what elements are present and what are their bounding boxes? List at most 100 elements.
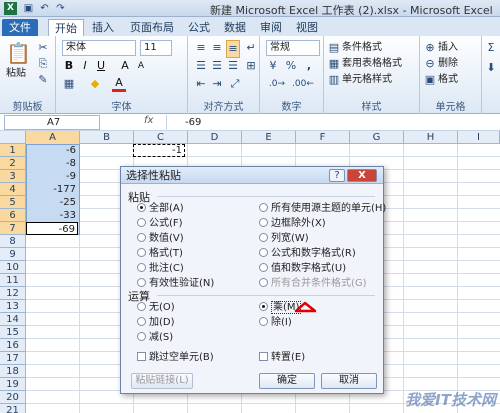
row-header[interactable]: 1 [0,144,26,157]
percent-button[interactable]: % [284,58,298,74]
row-header[interactable]: 13 [0,300,26,313]
column-header-d[interactable]: D [188,131,242,144]
align-center-icon[interactable]: ☰ [210,58,224,74]
number-format-select[interactable]: 常规 [266,40,320,56]
row-header[interactable]: 20 [0,391,26,404]
row-header[interactable]: 21 [0,404,26,413]
column-header-c[interactable]: C [134,131,188,144]
row-header[interactable]: 17 [0,352,26,365]
tab-view[interactable]: 视图 [292,19,322,36]
fill-icon[interactable]: ⬇ [484,60,498,76]
copy-icon[interactable]: ⎘ [36,56,50,72]
radio-paste-except-borders[interactable]: 边框除外(X) [259,218,326,230]
sum-icon[interactable]: Σ [484,40,498,56]
paste-button[interactable]: 粘贴 [6,66,26,82]
column-header-f[interactable]: F [296,131,350,144]
row-header[interactable]: 3 [0,170,26,183]
format-as-table-button[interactable]: 套用表格格式 [342,56,402,72]
tab-data[interactable]: 数据 [220,19,250,36]
radio-paste-formulas[interactable]: 公式(F) [137,218,183,230]
increase-decimal-icon[interactable]: .0→ [266,76,288,92]
radio-paste-comments[interactable]: 批注(C) [137,263,184,275]
radio-op-none[interactable]: 无(O) [137,302,175,314]
format-painter-icon[interactable]: ✎ [36,72,50,88]
currency-icon[interactable]: ¥ [266,58,280,74]
cell-a3[interactable]: -9 [26,170,78,183]
tab-insert[interactable]: 插入 [88,19,118,36]
checkbox-transpose[interactable]: 转置(E) [259,352,305,364]
font-name-select[interactable]: 宋体 [62,40,136,56]
cell-a7[interactable]: -69 [26,222,78,235]
row-header[interactable]: 6 [0,209,26,222]
fx-icon[interactable]: fx [144,115,153,126]
align-middle-icon[interactable]: ≡ [210,40,224,56]
cell-styles-button[interactable]: 单元格样式 [342,72,392,88]
cut-icon[interactable]: ✂ [36,40,50,56]
row-header[interactable]: 7 [0,222,26,235]
row-header[interactable]: 10 [0,261,26,274]
align-right-icon[interactable]: ☰ [226,58,240,74]
align-left-icon[interactable]: ☰ [194,58,208,74]
cell-a2[interactable]: -8 [26,157,78,170]
font-size-select[interactable]: 11 [140,40,172,56]
cell-c1-copied[interactable]: -1 [133,144,185,157]
conditional-format-button[interactable]: 条件格式 [342,40,382,56]
font-color-button[interactable]: A [112,76,126,92]
comma-button[interactable]: , [302,58,316,74]
ok-button[interactable]: 确定 [259,373,315,389]
decrease-indent-icon[interactable]: ⇤ [194,76,208,92]
tab-formulas[interactable]: 公式 [184,19,214,36]
cancel-button[interactable]: 取消 [321,373,377,389]
undo-icon[interactable]: ↶ [38,2,51,15]
column-header-b[interactable]: B [80,131,134,144]
column-header-a[interactable]: A [26,131,80,144]
cell-a4[interactable]: -177 [26,183,78,196]
column-header-i[interactable]: I [458,131,500,144]
radio-op-subtract[interactable]: 减(S) [137,332,173,344]
row-header[interactable]: 18 [0,365,26,378]
close-button[interactable]: X [347,169,377,182]
italic-button[interactable]: I [78,58,92,74]
radio-paste-values-numbers[interactable]: 值和数字格式(U) [259,263,346,275]
delete-cells-button[interactable]: 删除 [438,56,458,72]
row-header[interactable]: 8 [0,235,26,248]
underline-button[interactable]: U [94,58,108,74]
radio-paste-source-theme[interactable]: 所有使用源主题的单元(H) [259,203,386,215]
radio-paste-formats[interactable]: 格式(T) [137,248,183,260]
cell-a1[interactable]: -6 [26,144,78,157]
row-header[interactable]: 19 [0,378,26,391]
row-header[interactable]: 5 [0,196,26,209]
merge-center-icon[interactable]: ⊞ [244,58,258,74]
radio-paste-column-widths[interactable]: 列宽(W) [259,233,309,245]
orientation-icon[interactable]: ⤢ [228,76,242,92]
tab-home[interactable]: 开始 [48,19,84,36]
radio-paste-formulas-numbers[interactable]: 公式和数字格式(R) [259,248,356,260]
row-header[interactable]: 15 [0,326,26,339]
paste-icon[interactable]: 📋 [6,40,31,66]
cell-a6[interactable]: -33 [26,209,78,222]
border-icon[interactable]: ▦ [62,76,76,92]
formula-input[interactable]: -69 [166,115,500,130]
column-header-g[interactable]: G [350,131,404,144]
row-header[interactable]: 16 [0,339,26,352]
align-bottom-icon[interactable]: ≡ [226,40,240,58]
fill-color-icon[interactable]: ◆ [88,76,102,92]
tab-review[interactable]: 审阅 [256,19,286,36]
radio-paste-all[interactable]: 全部(A) [137,203,184,215]
insert-cells-button[interactable]: 插入 [438,40,458,56]
format-cells-button[interactable]: 格式 [438,72,458,88]
font-shrink-button[interactable]: A [134,58,148,74]
decrease-decimal-icon[interactable]: .00← [292,76,314,92]
radio-paste-values[interactable]: 数值(V) [137,233,184,245]
align-top-icon[interactable]: ≡ [194,40,208,56]
cell-a5[interactable]: -25 [26,196,78,209]
wrap-text-icon[interactable]: ↵ [244,40,258,56]
redo-icon[interactable]: ↷ [54,2,67,15]
help-button[interactable]: ? [329,169,345,182]
tab-page-layout[interactable]: 页面布局 [126,19,178,36]
row-header[interactable]: 2 [0,157,26,170]
row-header[interactable]: 14 [0,313,26,326]
font-grow-button[interactable]: A [118,58,132,74]
row-header[interactable]: 4 [0,183,26,196]
row-header[interactable]: 11 [0,274,26,287]
